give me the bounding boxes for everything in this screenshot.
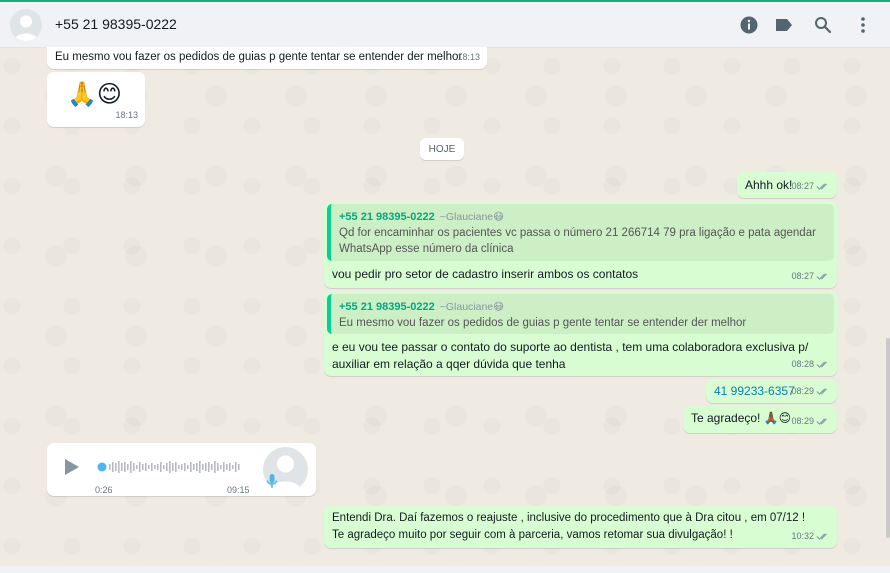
read-ticks-icon xyxy=(816,533,827,540)
message-outgoing[interactable]: Te agradeço! 🙏🏾😊 08:29 xyxy=(683,406,837,433)
message-time: 08:27 xyxy=(791,268,830,285)
default-avatar-icon xyxy=(10,9,42,41)
phone-link[interactable]: 41 99233-6357 xyxy=(714,383,795,400)
quote-author: +55 21 98395-0222 xyxy=(339,211,435,223)
quote-alias: ~Glauciane😷 xyxy=(439,301,505,313)
read-ticks-icon xyxy=(816,361,827,368)
message-text: e eu vou tee passar o contato do suporte… xyxy=(332,340,809,371)
message-time: 08:29 xyxy=(791,383,830,400)
chat-header: +55 21 98395-0222 xyxy=(0,0,890,48)
date-separator: HOJE xyxy=(420,138,464,160)
quoted-message[interactable]: +55 21 98395-0222 ~Glauciane😷 Qd for enca… xyxy=(327,204,834,261)
message-time: 08:27 xyxy=(791,178,830,195)
info-icon[interactable] xyxy=(738,14,760,36)
message-incoming-emoji[interactable]: 🙏😊 18:13 xyxy=(47,72,145,127)
read-ticks-icon xyxy=(816,183,827,190)
contact-name[interactable]: +55 21 98395-0222 xyxy=(55,16,177,32)
audio-elapsed: 0:26 xyxy=(95,485,113,495)
read-ticks-icon xyxy=(816,418,827,425)
message-incoming[interactable]: Eu mesmo vou fazer os pedidos de guias p… xyxy=(47,47,487,69)
read-ticks-icon xyxy=(816,388,827,395)
message-time: 18:13 xyxy=(115,110,138,120)
message-outgoing[interactable]: Entendi Dra. Daí fazemos o reajuste , in… xyxy=(324,506,837,548)
label-icon[interactable] xyxy=(773,14,795,36)
audio-waveform[interactable] xyxy=(97,460,245,479)
quote-author: +55 21 98395-0222 xyxy=(339,301,435,313)
message-text: Te agradeço! 🙏🏾😊 xyxy=(691,411,792,425)
message-outgoing[interactable]: 41 99233-6357 08:29 xyxy=(706,379,837,403)
voice-message[interactable]: 0:26 09:15 xyxy=(47,443,316,496)
quote-alias: ~Glauciane😷 xyxy=(439,211,505,223)
quote-text: Eu mesmo vou fazer os pedidos de guias p… xyxy=(339,317,747,329)
message-text: Eu mesmo vou fazer os pedidos de guias p… xyxy=(55,51,463,63)
contact-avatar[interactable] xyxy=(10,9,42,41)
message-time: 10:32 xyxy=(791,528,830,545)
message-time: 09:15 xyxy=(227,485,250,495)
message-text: vou pedir pro setor de cadastro inserir … xyxy=(332,267,639,281)
message-time: 18:13 xyxy=(457,52,480,62)
message-outgoing-reply[interactable]: +55 21 98395-0222 ~Glauciane😷 Eu mesmo vo… xyxy=(324,291,837,376)
play-icon[interactable] xyxy=(64,458,80,481)
read-ticks-icon xyxy=(816,273,827,280)
quote-text: Qd for encaminhar os pacientes vc passa … xyxy=(339,227,816,255)
composer-bar-edge xyxy=(0,566,890,573)
emoji-text: 🙏😊 xyxy=(67,81,122,108)
message-time: 08:29 xyxy=(791,413,830,430)
message-time: 08:28 xyxy=(791,356,830,373)
search-icon[interactable] xyxy=(812,14,834,36)
message-outgoing[interactable]: Ahhh ok! 08:27 xyxy=(737,172,837,198)
menu-icon[interactable] xyxy=(852,14,874,36)
message-text: Ahhh ok! xyxy=(745,178,793,192)
microphone-icon xyxy=(266,473,278,494)
quoted-message[interactable]: +55 21 98395-0222 ~Glauciane😷 Eu mesmo vo… xyxy=(327,294,834,334)
scrollbar[interactable] xyxy=(886,338,890,538)
message-outgoing-reply[interactable]: +55 21 98395-0222 ~Glauciane😷 Qd for enca… xyxy=(324,201,837,288)
message-text: Entendi Dra. Daí fazemos o reajuste , in… xyxy=(332,512,806,541)
